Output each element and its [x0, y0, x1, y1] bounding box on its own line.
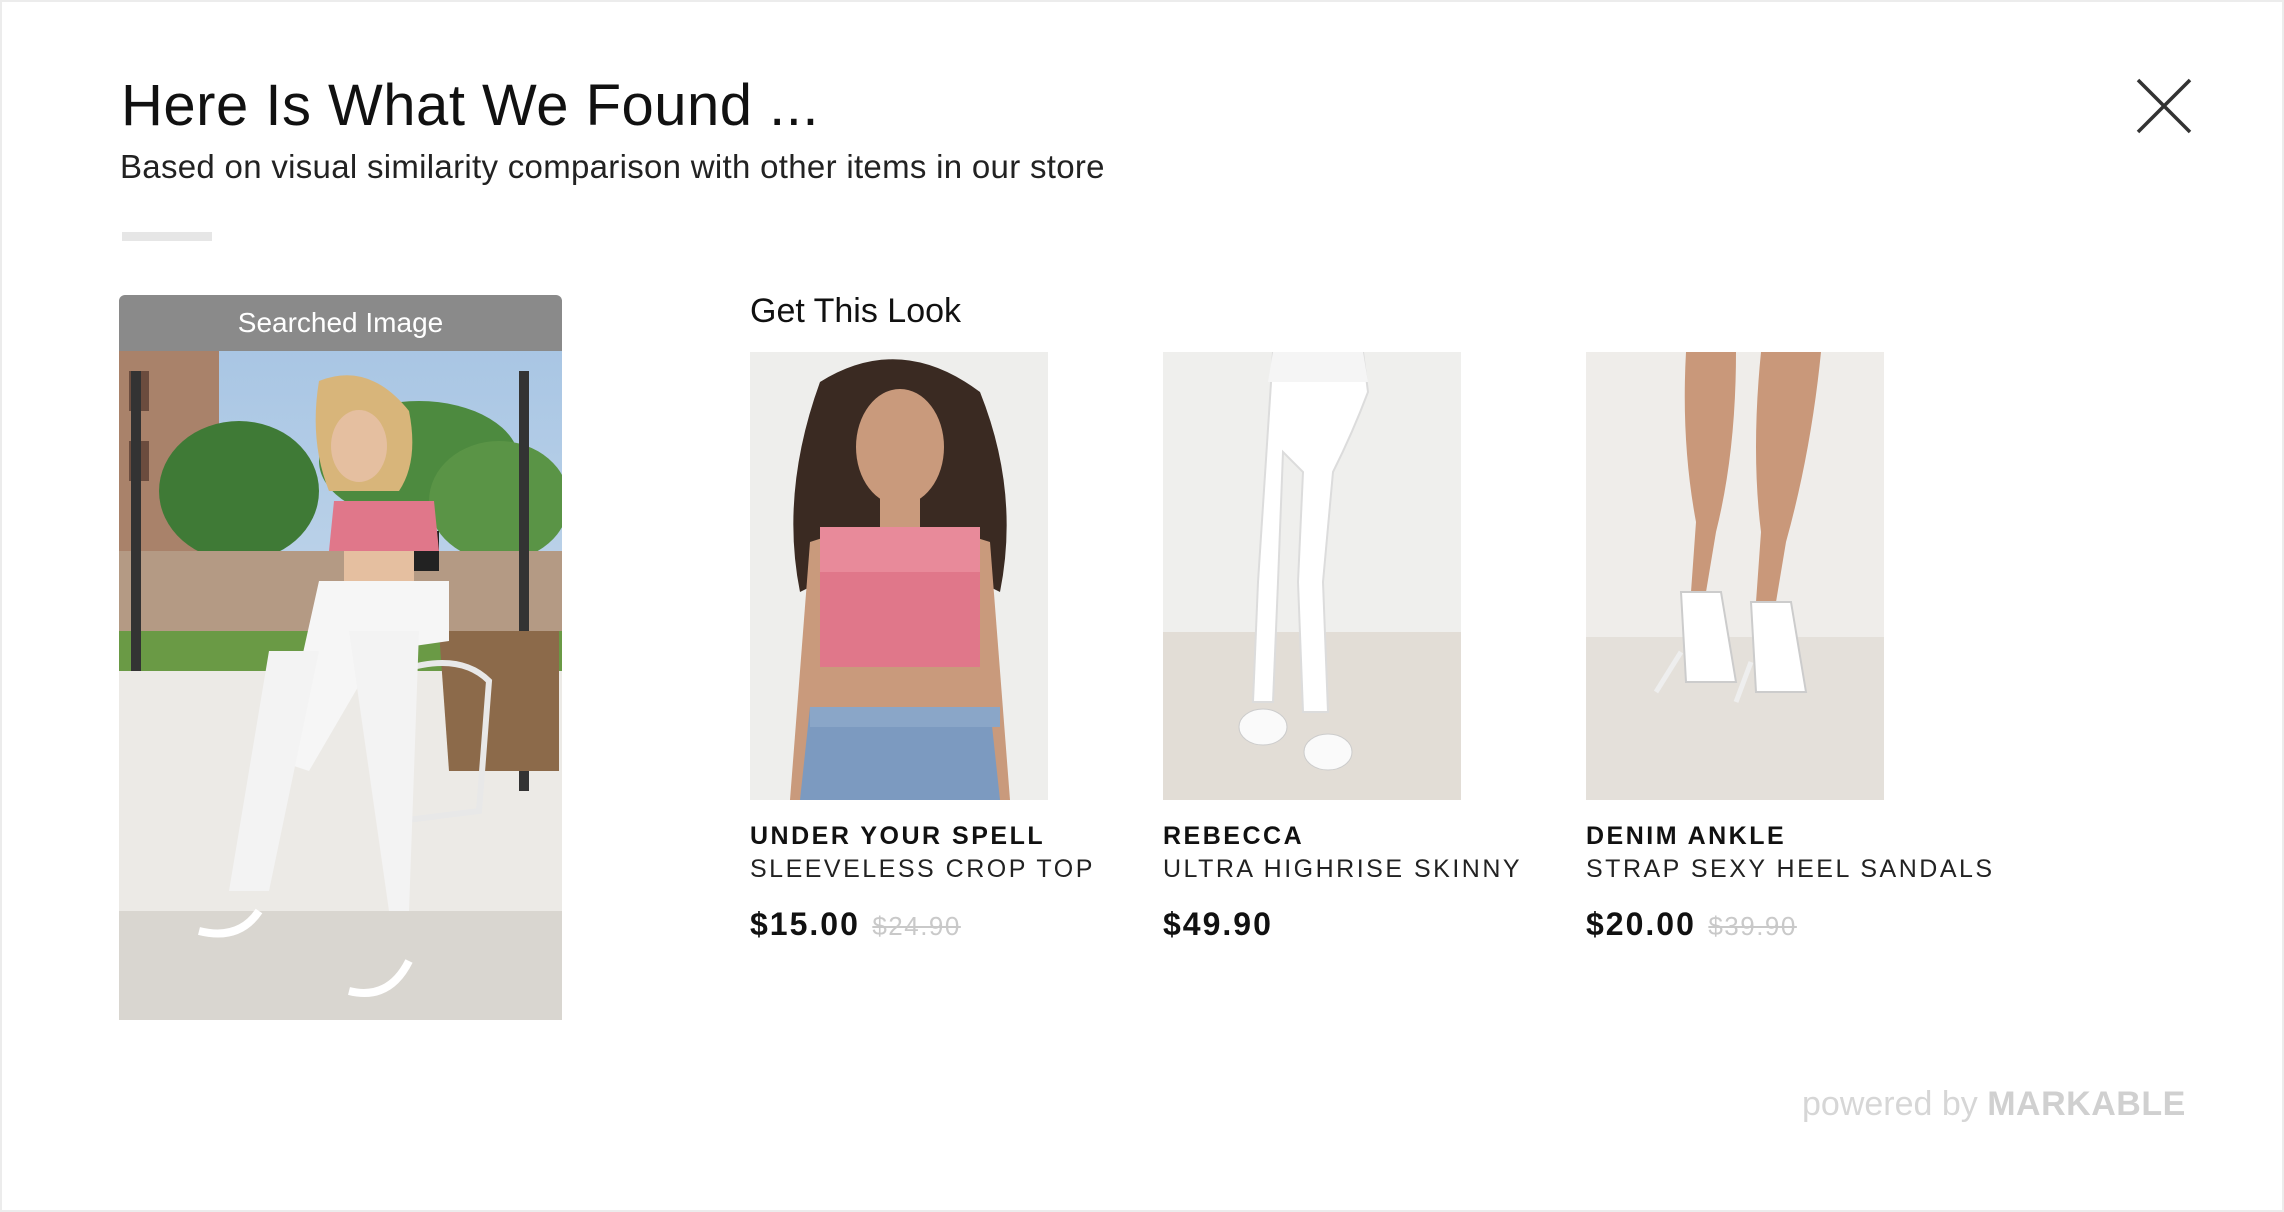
product-brand: REBECCA: [1163, 822, 1305, 850]
product-name: ULTRA HIGHRISE SKINNY: [1163, 855, 1523, 883]
get-this-look-title: Get This Look: [750, 292, 962, 330]
product-image[interactable]: [1586, 352, 1884, 800]
close-icon: [2136, 78, 2192, 134]
product-card[interactable]: REBECCA ULTRA HIGHRISE SKINNY $49.90: [1163, 352, 1543, 942]
product-image[interactable]: [1163, 352, 1461, 800]
sale-price: $49.90: [1163, 906, 1273, 942]
product-card[interactable]: UNDER YOUR SPELL SLEEVELESS CROP TOP $15…: [750, 352, 1130, 942]
product-image[interactable]: [750, 352, 1048, 800]
original-price: $24.90: [872, 911, 961, 941]
searched-image-label: Searched Image: [119, 295, 562, 351]
results-modal: Here Is What We Found ... Based on visua…: [0, 0, 2284, 1212]
page-title: Here Is What We Found ...: [121, 73, 820, 138]
markable-logo: MARKABLE: [1987, 1085, 2186, 1123]
product-name: STRAP SEXY HEEL SANDALS: [1586, 855, 1995, 883]
searched-image: [119, 351, 562, 1020]
price-row: $49.90: [1163, 906, 1281, 943]
sale-price: $20.00: [1586, 906, 1696, 942]
page-subtitle: Based on visual similarity comparison wi…: [120, 148, 1105, 185]
product-brand: UNDER YOUR SPELL: [750, 822, 1046, 850]
original-price: $39.90: [1708, 911, 1797, 941]
product-brand: DENIM ANKLE: [1586, 822, 1787, 850]
close-button[interactable]: [2132, 74, 2196, 138]
searched-image-panel: Searched Image: [119, 295, 562, 1020]
product-card[interactable]: DENIM ANKLE STRAP SEXY HEEL SANDALS $20.…: [1586, 352, 1992, 942]
product-name: SLEEVELESS CROP TOP: [750, 855, 1095, 883]
powered-by[interactable]: powered by MARKABLE: [1802, 1085, 2186, 1124]
price-row: $20.00 $39.90: [1586, 906, 1797, 943]
sale-price: $15.00: [750, 906, 860, 942]
divider: [122, 232, 212, 241]
powered-by-label: powered by: [1802, 1085, 1978, 1123]
price-row: $15.00 $24.90: [750, 906, 961, 943]
